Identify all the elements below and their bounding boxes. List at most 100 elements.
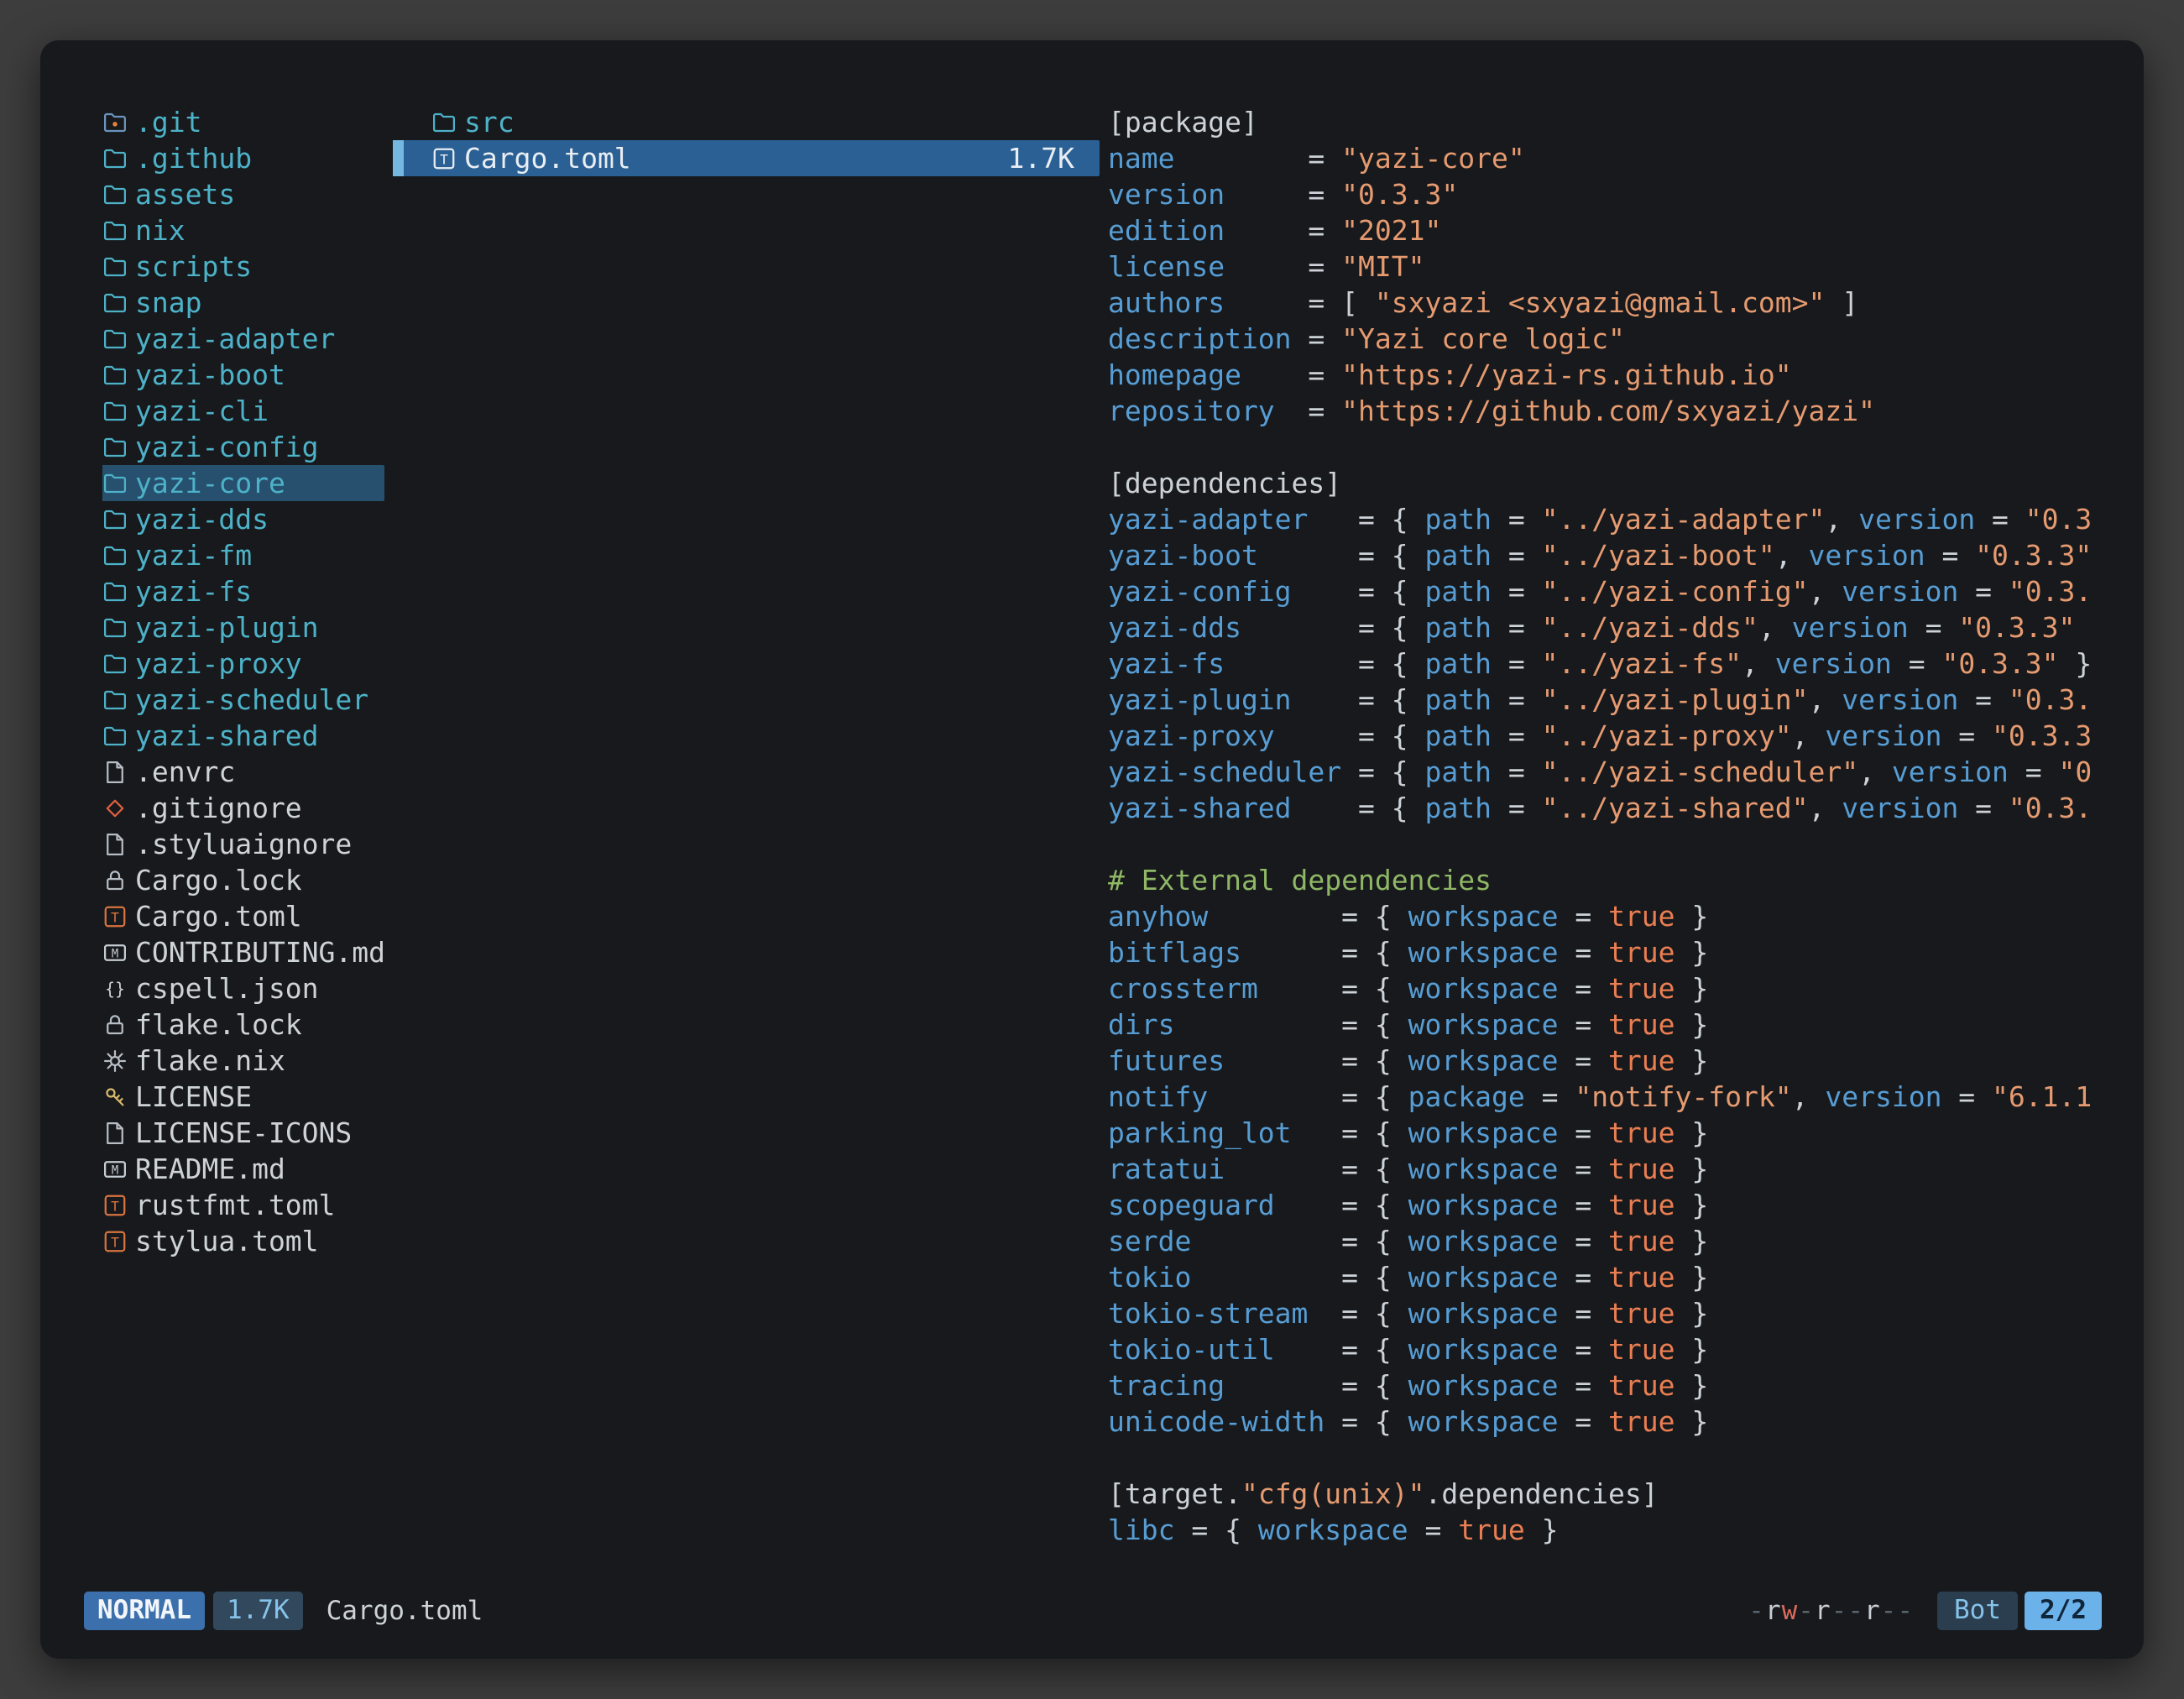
folder-icon [102,182,128,207]
entry-name: flake.lock [135,1006,302,1043]
entry-name: yazi-fm [135,537,252,573]
preview-line: repository = "https://github.com/sxyazi/… [1108,393,2110,429]
entry-name: nix [135,212,185,248]
preview-line: libc = { workspace = true } [1108,1512,2110,1548]
svg-text:T: T [111,909,119,925]
folder-icon [102,471,128,496]
dir-row[interactable]: assets [102,176,384,212]
folder-icon [102,290,128,316]
file-icon [102,832,128,857]
file-row[interactable]: Cargo.lock [102,862,384,898]
git-icon [102,796,128,821]
file-size-badge: 1.7K [213,1592,303,1629]
svg-text:M: M [112,947,118,960]
dir-row[interactable]: yazi-plugin [102,609,384,646]
dir-row[interactable]: .github [102,140,384,176]
dir-row[interactable]: yazi-boot [102,357,384,393]
file-row[interactable]: M README.md [102,1151,384,1187]
dir-row[interactable]: yazi-fs [102,573,384,609]
entry-name: yazi-boot [135,357,285,393]
file-row[interactable]: M CONTRIBUTING.md [102,934,384,970]
file-row[interactable]: Tstylua.toml [102,1223,384,1259]
parent-directory-pane: .git.githubassetsnixscriptssnapyazi-adap… [102,104,393,1585]
file-row[interactable]: .envrc [102,754,384,790]
file-row[interactable]: flake.lock [102,1006,384,1043]
json-icon: {} [102,976,128,1001]
cursor-marker [393,140,404,176]
preview-line: homepage = "https://yazi-rs.github.io" [1108,357,2110,393]
toml-icon: T [102,1193,128,1218]
status-bar-right: -rw-r--r-- Bot 2/2 [1748,1592,2102,1629]
folder-icon [102,687,128,713]
folder-icon [102,435,128,460]
entry-name: .git [135,104,201,140]
dir-row[interactable]: yazi-core [102,465,384,501]
entry-name: .github [135,140,252,176]
entry-name: src [464,104,515,140]
dir-row[interactable]: nix [102,212,384,248]
file-row[interactable]: LICENSE [102,1079,384,1115]
preview-line: tokio-stream = { workspace = true } [1108,1295,2110,1331]
folder-icon [102,327,128,352]
entry-name: yazi-core [135,465,285,501]
dir-row[interactable]: yazi-cli [102,393,384,429]
dir-row[interactable]: snap [102,285,384,321]
entry-name: yazi-fs [135,573,252,609]
lock-icon [102,868,128,893]
file-row[interactable]: .styluaignore [102,826,384,862]
file-row[interactable]: flake.nix [102,1043,384,1079]
dir-row[interactable]: yazi-dds [102,501,384,537]
preview-line: crossterm = { workspace = true } [1108,970,2110,1006]
file-row[interactable]: {} cspell.json [102,970,384,1006]
folder-icon [102,507,128,532]
preview-line: yazi-scheduler = { path = "../yazi-sched… [1108,754,2110,790]
preview-line [1108,1440,2110,1476]
preview-line: notify = { package = "notify-fork", vers… [1108,1079,2110,1115]
dir-row[interactable]: yazi-adapter [102,321,384,357]
entry-name: CONTRIBUTING.md [135,934,385,970]
dir-row[interactable]: src [393,104,1100,140]
preview-line: # External dependencies [1108,862,2110,898]
preview-line: yazi-fs = { path = "../yazi-fs", version… [1108,646,2110,682]
entry-name: cspell.json [135,970,319,1006]
preview-line: serde = { workspace = true } [1108,1223,2110,1259]
file-icon [102,760,128,785]
preview-line: [target."cfg(unix)".dependencies] [1108,1476,2110,1512]
status-bar: NORMAL 1.7K Cargo.toml -rw-r--r-- Bot 2/… [40,1585,2144,1637]
entry-name: yazi-adapter [135,321,335,357]
dir-row[interactable]: yazi-config [102,429,384,465]
folder-icon [102,363,128,388]
folder-icon [102,615,128,640]
preview-line [1108,826,2110,862]
dir-row[interactable]: scripts [102,248,384,285]
file-row[interactable]: Trustfmt.toml [102,1187,384,1223]
svg-text:T: T [111,1234,119,1250]
preview-line: tokio = { workspace = true } [1108,1259,2110,1295]
entry-name: README.md [135,1151,285,1187]
preview-line [1108,429,2110,465]
dir-row[interactable]: yazi-proxy [102,646,384,682]
entry-name: Cargo.toml [464,140,631,176]
preview-line: [package] [1108,104,2110,140]
cursor-counter-badge: 2/2 [2025,1592,2102,1629]
file-row[interactable]: TCargo.toml1.7K [393,140,1100,176]
file-row[interactable]: TCargo.toml [102,898,384,934]
toml-icon: T [102,1229,128,1254]
preview-line: unicode-width = { workspace = true } [1108,1404,2110,1440]
dir-row[interactable]: .git [102,104,384,140]
file-row[interactable]: .gitignore [102,790,384,826]
md-icon: M [102,1157,128,1182]
dir-row[interactable]: yazi-shared [102,718,384,754]
preview-line: tracing = { workspace = true } [1108,1367,2110,1404]
file-preview-pane[interactable]: [package]name = "yazi-core"version = "0.… [1108,104,2110,1585]
toml-icon: T [102,904,128,929]
entry-name: LICENSE-ICONS [135,1115,352,1151]
dir-row[interactable]: yazi-fm [102,537,384,573]
preview-line: yazi-adapter = { path = "../yazi-adapter… [1108,501,2110,537]
folder-icon [102,651,128,677]
file-row[interactable]: LICENSE-ICONS [102,1115,384,1151]
folder-icon [102,543,128,568]
entry-name: Cargo.lock [135,862,302,898]
folder-icon [431,110,457,135]
dir-row[interactable]: yazi-scheduler [102,682,384,718]
